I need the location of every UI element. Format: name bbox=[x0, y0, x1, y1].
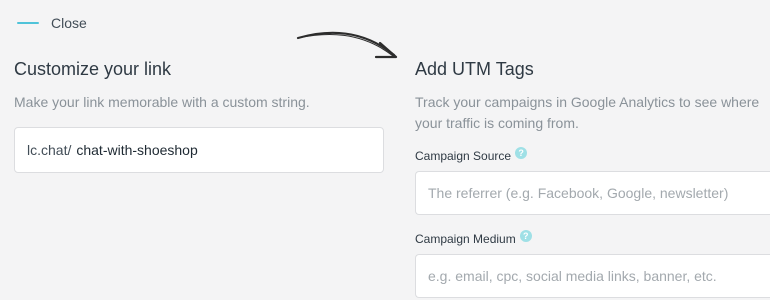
campaign-source-label: Campaign Source ? bbox=[415, 147, 770, 163]
link-prefix: lc.chat/ bbox=[27, 142, 72, 158]
campaign-source-label-text: Campaign Source bbox=[415, 149, 512, 163]
utm-tags-section: Add UTM Tags Track your campaigns in Goo… bbox=[415, 58, 770, 298]
page: Close Customize your link Make your link… bbox=[0, 0, 770, 300]
utm-title: Add UTM Tags bbox=[415, 59, 534, 79]
customize-link-section: Customize your link Make your link memor… bbox=[14, 58, 384, 173]
campaign-source-input[interactable] bbox=[415, 171, 770, 215]
custom-string-input[interactable] bbox=[76, 142, 357, 158]
close-label[interactable]: Close bbox=[51, 15, 87, 31]
question-icon[interactable]: ? bbox=[515, 147, 528, 159]
custom-link-field[interactable]: lc.chat/ bbox=[14, 127, 384, 173]
close-button[interactable]: Close bbox=[17, 12, 87, 34]
campaign-medium-label-text: Campaign Medium bbox=[415, 232, 516, 246]
customize-title: Customize your link bbox=[14, 59, 172, 79]
close-icon[interactable] bbox=[17, 22, 39, 24]
utm-subtitle: Track your campaigns in Google Analytics… bbox=[415, 94, 760, 131]
campaign-medium-label: Campaign Medium ? bbox=[415, 230, 770, 246]
customize-subtitle: Make your link memorable with a custom s… bbox=[14, 94, 310, 110]
question-icon[interactable]: ? bbox=[519, 230, 532, 242]
campaign-medium-input[interactable] bbox=[415, 254, 770, 298]
